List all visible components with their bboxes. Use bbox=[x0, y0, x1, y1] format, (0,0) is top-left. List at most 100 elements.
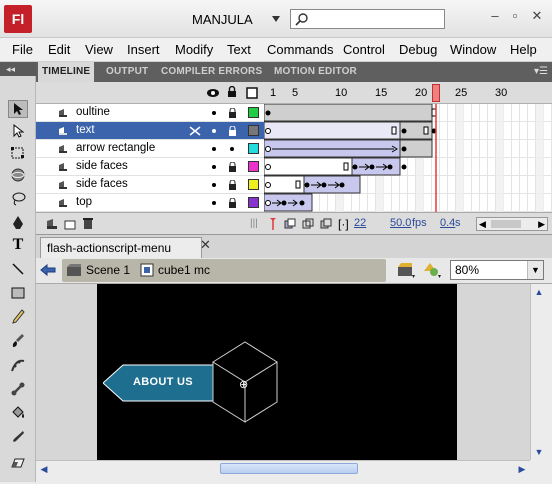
close-button[interactable]: ✕ bbox=[530, 9, 544, 23]
menu-control[interactable]: Control bbox=[343, 42, 385, 57]
zoom-select[interactable]: 80% ▼ bbox=[450, 260, 544, 280]
visibility-dot[interactable] bbox=[212, 183, 216, 187]
eyedropper-tool-icon[interactable] bbox=[8, 428, 28, 446]
brush-tool-icon[interactable] bbox=[8, 332, 28, 350]
layer-row[interactable]: top bbox=[36, 194, 264, 212]
bone-tool-icon[interactable] bbox=[8, 380, 28, 398]
modify-markers-icon[interactable]: [·] bbox=[338, 217, 349, 231]
menu-edit[interactable]: Edit bbox=[48, 42, 70, 57]
edit-multiple-frames-icon[interactable] bbox=[320, 218, 332, 230]
visibility-dot[interactable] bbox=[212, 201, 216, 205]
workspace-switcher[interactable]: MANJULA bbox=[192, 9, 282, 31]
back-arrow-icon[interactable] bbox=[40, 263, 56, 277]
outline-icon[interactable] bbox=[246, 87, 258, 99]
document-tab[interactable]: flash-actionscript-menu bbox=[40, 237, 202, 259]
selection-tool-icon[interactable] bbox=[8, 100, 28, 118]
new-layer-icon[interactable] bbox=[46, 218, 58, 230]
visibility-dot[interactable] bbox=[212, 165, 216, 169]
visibility-dot[interactable] bbox=[212, 111, 216, 115]
maximize-button[interactable]: ▫ bbox=[508, 9, 522, 23]
edit-scene-icon[interactable] bbox=[396, 261, 416, 279]
scroll-left-icon[interactable]: ◀ bbox=[479, 218, 486, 230]
layer-row[interactable]: oultine bbox=[36, 104, 264, 122]
deco-tool-icon[interactable] bbox=[8, 356, 28, 374]
visibility-dot[interactable] bbox=[212, 129, 216, 133]
lock-icon[interactable] bbox=[228, 126, 237, 136]
search-input[interactable] bbox=[290, 9, 445, 29]
minimize-button[interactable]: – bbox=[488, 9, 502, 23]
menu-debug[interactable]: Debug bbox=[399, 42, 437, 57]
lock-icon[interactable] bbox=[227, 86, 237, 98]
lasso-tool-icon[interactable] bbox=[8, 190, 28, 208]
symbol-label[interactable]: cube1 bbox=[158, 263, 191, 277]
frame-rate[interactable]: 50.0 bbox=[390, 217, 411, 229]
frame-grid[interactable] bbox=[264, 104, 552, 212]
scroll-right-icon[interactable]: ▶ bbox=[514, 461, 530, 477]
elapsed-time[interactable]: 0.4 bbox=[440, 217, 455, 229]
stage-vscroll[interactable]: ▲ ▼ bbox=[530, 284, 546, 460]
menu-commands[interactable]: Commands bbox=[267, 42, 333, 57]
tab-compiler-errors[interactable]: COMPILER ERRORS bbox=[157, 62, 266, 82]
current-frame[interactable]: 22 bbox=[354, 217, 366, 229]
scroll-down-icon[interactable]: ▼ bbox=[531, 444, 547, 460]
onion-outlines-icon[interactable] bbox=[302, 218, 314, 230]
stage-hscroll[interactable]: ◀ ▶ bbox=[36, 460, 530, 476]
line-tool-icon[interactable] bbox=[8, 260, 28, 278]
menu-text[interactable]: Text bbox=[227, 42, 251, 57]
menu-help[interactable]: Help bbox=[510, 42, 537, 57]
layer-row[interactable]: side faces bbox=[36, 158, 264, 176]
collapse-grip-icon[interactable]: ◂◂ bbox=[0, 62, 36, 76]
pencil-tool-icon[interactable] bbox=[8, 308, 28, 326]
layer-color-swatch[interactable] bbox=[248, 161, 259, 172]
lock-icon[interactable] bbox=[228, 108, 237, 118]
pen-tool-icon[interactable] bbox=[8, 214, 28, 232]
menu-insert[interactable]: Insert bbox=[127, 42, 160, 57]
visibility-dot[interactable] bbox=[212, 147, 216, 151]
scene-label[interactable]: Scene 1 bbox=[86, 263, 130, 277]
scroll-left-icon[interactable]: ◀ bbox=[36, 461, 52, 477]
chevron-down-icon[interactable]: ▼ bbox=[527, 261, 543, 279]
timeline-hscroll[interactable]: ◀ ▶ bbox=[476, 217, 548, 231]
paint-bucket-tool-icon[interactable] bbox=[8, 404, 28, 422]
center-frame-icon[interactable] bbox=[268, 217, 278, 231]
eraser-tool-icon[interactable] bbox=[8, 454, 28, 472]
rectangle-tool-icon[interactable] bbox=[8, 284, 28, 302]
layer-color-swatch[interactable] bbox=[248, 197, 259, 208]
text-tool-icon[interactable]: T bbox=[8, 236, 28, 254]
menu-window[interactable]: Window bbox=[450, 42, 496, 57]
scroll-thumb[interactable] bbox=[491, 220, 521, 228]
close-icon[interactable]: ✕ bbox=[200, 238, 214, 252]
tab-timeline[interactable]: TIMELINE bbox=[38, 62, 95, 82]
layer-color-swatch[interactable] bbox=[248, 143, 259, 154]
trash-icon[interactable] bbox=[82, 217, 94, 230]
lock-icon[interactable] bbox=[228, 198, 237, 208]
menu-view[interactable]: View bbox=[85, 42, 113, 57]
layer-row[interactable]: arrow rectangle bbox=[36, 140, 264, 158]
scroll-thumb[interactable] bbox=[220, 463, 358, 474]
stage[interactable]: ABOUT US ⊕ bbox=[97, 284, 457, 460]
lock-dot[interactable] bbox=[230, 147, 234, 151]
scroll-up-icon[interactable]: ▲ bbox=[531, 284, 547, 300]
layer-color-swatch[interactable] bbox=[248, 107, 259, 118]
timeline-panel: 1 5 10 15 20 25 30 oultine text arrow re… bbox=[36, 82, 552, 234]
tab-output[interactable]: OUTPUT bbox=[102, 62, 152, 82]
edit-symbols-icon[interactable] bbox=[422, 261, 442, 279]
free-transform-tool-icon[interactable] bbox=[8, 144, 28, 162]
layer-row[interactable]: side faces bbox=[36, 176, 264, 194]
scroll-right-icon[interactable]: ▶ bbox=[538, 218, 545, 230]
panel-menu-icon[interactable]: ▾☰ bbox=[534, 66, 548, 77]
subselection-tool-icon[interactable] bbox=[8, 122, 28, 140]
3d-rotation-tool-icon[interactable] bbox=[8, 166, 28, 184]
playhead[interactable] bbox=[432, 84, 440, 102]
new-folder-icon[interactable] bbox=[64, 218, 76, 230]
onion-skin-icon[interactable] bbox=[284, 218, 296, 230]
layer-row-selected[interactable]: text bbox=[36, 122, 264, 140]
lock-icon[interactable] bbox=[228, 180, 237, 190]
layer-color-swatch[interactable] bbox=[248, 179, 259, 190]
menu-modify[interactable]: Modify bbox=[175, 42, 213, 57]
menu-file[interactable]: File bbox=[12, 42, 33, 57]
layer-color-swatch[interactable] bbox=[248, 125, 259, 136]
eye-icon[interactable] bbox=[206, 88, 220, 98]
lock-icon[interactable] bbox=[228, 162, 237, 172]
tab-motion-editor[interactable]: MOTION EDITOR bbox=[270, 62, 361, 82]
